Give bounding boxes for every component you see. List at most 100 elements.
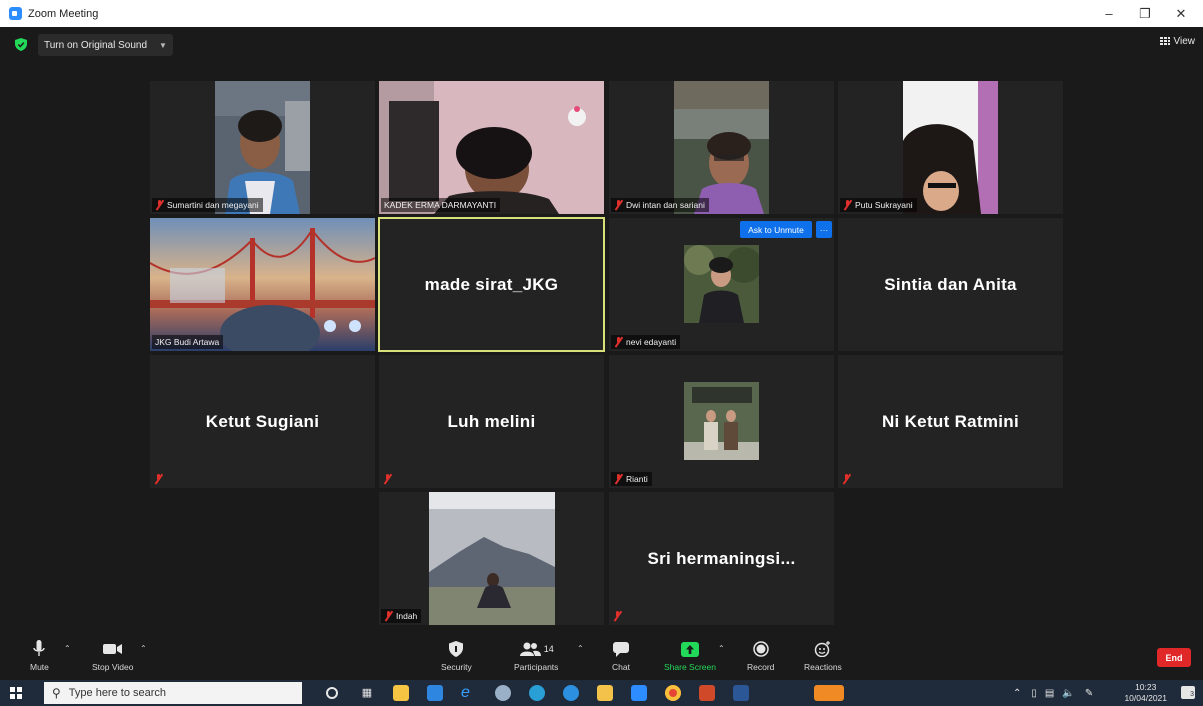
app-active-icon[interactable] — [814, 685, 844, 701]
muted-mic-icon — [614, 474, 623, 484]
taskbar-clock[interactable]: 10:23 10/04/2021 — [1124, 682, 1167, 704]
audio-options-chevron-icon[interactable]: ⌃ — [64, 644, 71, 653]
reactions-label: Reactions — [804, 662, 842, 672]
muted-mic-icon — [614, 200, 623, 210]
chrome-icon[interactable] — [665, 685, 681, 701]
powerpoint-icon[interactable] — [699, 685, 715, 701]
encryption-shield-icon[interactable] — [15, 38, 27, 51]
edge-icon[interactable] — [563, 685, 579, 701]
store-icon[interactable] — [393, 685, 409, 701]
end-meeting-button[interactable]: End — [1157, 648, 1191, 667]
task-view-icon[interactable]: ▦ — [359, 685, 375, 701]
muted-mic-icon — [384, 611, 393, 621]
grid-icon — [1159, 37, 1170, 46]
participant-name: Rianti — [626, 474, 648, 484]
pen-icon[interactable]: ✎ — [1085, 688, 1093, 699]
participant-name: Indah — [396, 611, 418, 621]
participant-name-label: Rianti — [611, 472, 652, 486]
share-options-chevron-icon[interactable]: ⌃ — [718, 644, 725, 653]
video-tile-sri-hermaningsi[interactable]: Sri hermaningsi... — [609, 492, 834, 625]
reactions-button[interactable]: Reactions — [804, 639, 842, 672]
chevron-down-icon[interactable]: ▼ — [159, 41, 167, 50]
original-sound-button[interactable]: Turn on Original Sound ▼ — [38, 34, 173, 56]
meeting-top-bar: Turn on Original Sound ▼ View — [0, 27, 1203, 63]
taskbar-search-box[interactable]: ⚲ Type here to search — [44, 682, 302, 704]
video-tile-rianti[interactable]: Rianti — [609, 355, 834, 488]
title-bar: Zoom Meeting – ❐ ✕ — [0, 0, 1203, 27]
participants-button[interactable]: 14 Participants — [514, 639, 558, 672]
volume-icon[interactable]: 🔈 — [1062, 688, 1074, 699]
muted-mic-icon — [843, 200, 852, 210]
zoom-taskbar-icon[interactable] — [631, 685, 647, 701]
video-tile-sumartini[interactable]: Sumartini dan megayani — [150, 81, 375, 214]
clock-date: 10/04/2021 — [1124, 693, 1167, 703]
original-sound-label: Turn on Original Sound — [44, 39, 148, 51]
ask-to-unmute-button[interactable]: Ask to Unmute — [740, 221, 812, 238]
muted-mic-icon — [613, 611, 622, 621]
video-tile-made-sirat-active-speaker[interactable]: made sirat_JKG — [378, 217, 605, 352]
video-tile-indah[interactable]: Indah — [379, 492, 604, 625]
video-tile-jkg-budi[interactable]: JKG Budi Artawa — [150, 218, 375, 351]
mail-icon[interactable] — [427, 685, 443, 701]
zoom-window: Zoom Meeting – ❐ ✕ Turn on Original Soun… — [0, 0, 1203, 706]
participant-name: nevi edayanti — [626, 337, 677, 347]
network-icon[interactable]: ▤ — [1045, 688, 1054, 699]
video-tile-kadek-erma[interactable]: KADEK ERMA DARMAYANTI — [379, 81, 604, 214]
share-screen-label: Share Screen — [664, 662, 716, 672]
participant-photo — [429, 492, 555, 625]
participant-name: Ketut Sugiani — [205, 411, 320, 431]
word-icon[interactable] — [733, 685, 749, 701]
participant-name: made sirat_JKG — [424, 274, 559, 294]
record-label: Record — [747, 662, 775, 672]
search-placeholder: Type here to search — [68, 687, 167, 699]
muted-mic-icon — [842, 474, 851, 484]
participant-name: JKG Budi Artawa — [155, 337, 220, 347]
muted-mic-icon — [154, 474, 163, 484]
minimize-button[interactable]: – — [1091, 0, 1127, 27]
video-tile-nevi-edayanti[interactable]: Ask to Unmute ··· nevi edayanti — [609, 218, 834, 351]
share-screen-icon — [680, 639, 699, 659]
record-button[interactable]: Record — [747, 639, 774, 672]
video-options-chevron-icon[interactable]: ⌃ — [140, 644, 147, 653]
telegram-icon[interactable] — [529, 685, 545, 701]
chat-button[interactable]: Chat — [612, 639, 630, 672]
more-options-button[interactable]: ··· — [816, 221, 832, 238]
app-icon[interactable] — [495, 685, 511, 701]
video-tile-dwi-intan[interactable]: Dwi intan dan sariani — [609, 81, 834, 214]
battery-icon[interactable]: ▯ — [1031, 688, 1037, 699]
record-icon — [752, 639, 769, 659]
video-tile-ketut-sugiani[interactable]: Ketut Sugiani — [150, 355, 375, 488]
cortana-icon[interactable] — [326, 687, 338, 699]
video-tile-putu-sukrayani[interactable]: Putu Sukrayani — [838, 81, 1063, 214]
video-tile-ni-ketut-ratmini[interactable]: Ni Ketut Ratmini — [838, 355, 1063, 488]
share-screen-button[interactable]: Share Screen — [664, 639, 716, 672]
reactions-smiley-icon — [814, 639, 831, 659]
security-button[interactable]: Security — [441, 639, 472, 672]
view-label: View — [1173, 36, 1196, 47]
participant-photo — [684, 245, 759, 323]
participant-name: Dwi intan dan sariani — [626, 200, 705, 210]
stop-video-button[interactable]: Stop Video — [92, 639, 133, 672]
tray-chevron-up-icon[interactable]: ⌃ — [1013, 688, 1021, 699]
view-button[interactable]: View — [1159, 36, 1196, 47]
window-title: Zoom Meeting — [28, 7, 99, 20]
notifications-icon[interactable]: 3 — [1181, 686, 1195, 699]
security-shield-icon — [449, 639, 464, 659]
chat-label: Chat — [612, 662, 630, 672]
participant-name: Ni Ketut Ratmini — [881, 411, 1020, 431]
participants-options-chevron-icon[interactable]: ⌃ — [577, 644, 584, 653]
participant-name-label: Dwi intan dan sariani — [611, 198, 709, 212]
internet-explorer-icon[interactable]: e — [461, 685, 477, 701]
video-tile-sintia-anita[interactable]: Sintia dan Anita — [838, 218, 1063, 351]
close-button[interactable]: ✕ — [1163, 0, 1199, 27]
participant-name-label: JKG Budi Artawa — [152, 335, 224, 349]
windows-start-icon[interactable] — [10, 687, 22, 699]
video-tile-luh-melini[interactable]: Luh melini — [379, 355, 604, 488]
mute-button[interactable]: Mute — [30, 639, 49, 672]
participant-name: Sumartini dan megayani — [167, 200, 259, 210]
participants-icon: 14 — [519, 639, 554, 659]
participant-name: Sintia dan Anita — [884, 274, 1017, 294]
meeting-controls-toolbar: Mute ⌃ Stop Video ⌃ Security 14 Particip… — [0, 635, 1203, 680]
file-explorer-icon[interactable] — [597, 685, 613, 701]
restore-button[interactable]: ❐ — [1127, 0, 1163, 27]
